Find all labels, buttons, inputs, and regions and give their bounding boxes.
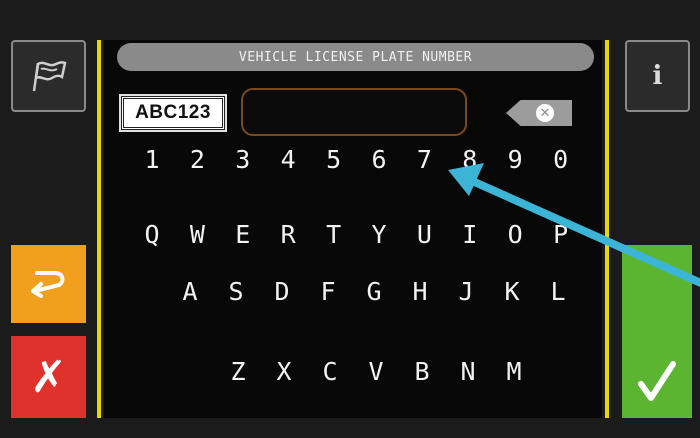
key-7[interactable]: 7 [404,137,444,181]
key-d[interactable]: D [262,269,302,313]
key-1[interactable]: 1 [132,137,172,181]
key-e[interactable]: E [223,212,263,256]
info-button[interactable]: i [625,40,690,112]
left-divider [97,40,101,418]
flag-icon [32,61,66,92]
key-5[interactable]: 5 [314,137,354,181]
key-s[interactable]: S [216,269,256,313]
key-f[interactable]: F [308,269,348,313]
key-x[interactable]: X [264,349,304,393]
key-3[interactable]: 3 [223,137,263,181]
right-divider [605,40,609,418]
key-q[interactable]: Q [132,212,172,256]
language-button[interactable] [11,40,86,112]
key-y[interactable]: Y [359,212,399,256]
checkmark-icon [638,360,676,401]
key-v[interactable]: V [356,349,396,393]
key-c[interactable]: C [310,349,350,393]
key-w[interactable]: W [177,212,217,256]
screen: i ✗ VEHICLE LICENSE PLATE NUMBER ABC123 … [0,0,700,438]
key-g[interactable]: G [354,269,394,313]
key-2[interactable]: 2 [177,137,217,181]
key-h[interactable]: H [400,269,440,313]
key-0[interactable]: 0 [541,137,581,181]
page-title: VEHICLE LICENSE PLATE NUMBER [117,43,594,71]
key-i[interactable]: I [450,212,490,256]
key-t[interactable]: T [314,212,354,256]
key-z[interactable]: Z [218,349,258,393]
key-m[interactable]: M [494,349,534,393]
cancel-button[interactable]: ✗ [11,336,86,418]
key-l[interactable]: L [538,269,578,313]
key-k[interactable]: K [492,269,532,313]
key-b[interactable]: B [402,349,442,393]
confirm-button[interactable] [622,245,692,418]
key-9[interactable]: 9 [495,137,535,181]
plate-input[interactable] [241,88,467,136]
key-r[interactable]: R [268,212,308,256]
key-n[interactable]: N [448,349,488,393]
cross-icon: ✗ [30,351,67,403]
key-p[interactable]: P [541,212,581,256]
info-icon: i [652,61,663,91]
plate-example: ABC123 [119,94,227,132]
backspace-icon: ✕ [536,104,554,122]
key-4[interactable]: 4 [268,137,308,181]
key-a[interactable]: A [170,269,210,313]
key-o[interactable]: O [495,212,535,256]
return-arrow-icon [30,271,64,298]
key-6[interactable]: 6 [359,137,399,181]
key-8[interactable]: 8 [450,137,490,181]
key-u[interactable]: U [404,212,444,256]
key-j[interactable]: J [446,269,486,313]
back-button[interactable] [11,245,86,323]
